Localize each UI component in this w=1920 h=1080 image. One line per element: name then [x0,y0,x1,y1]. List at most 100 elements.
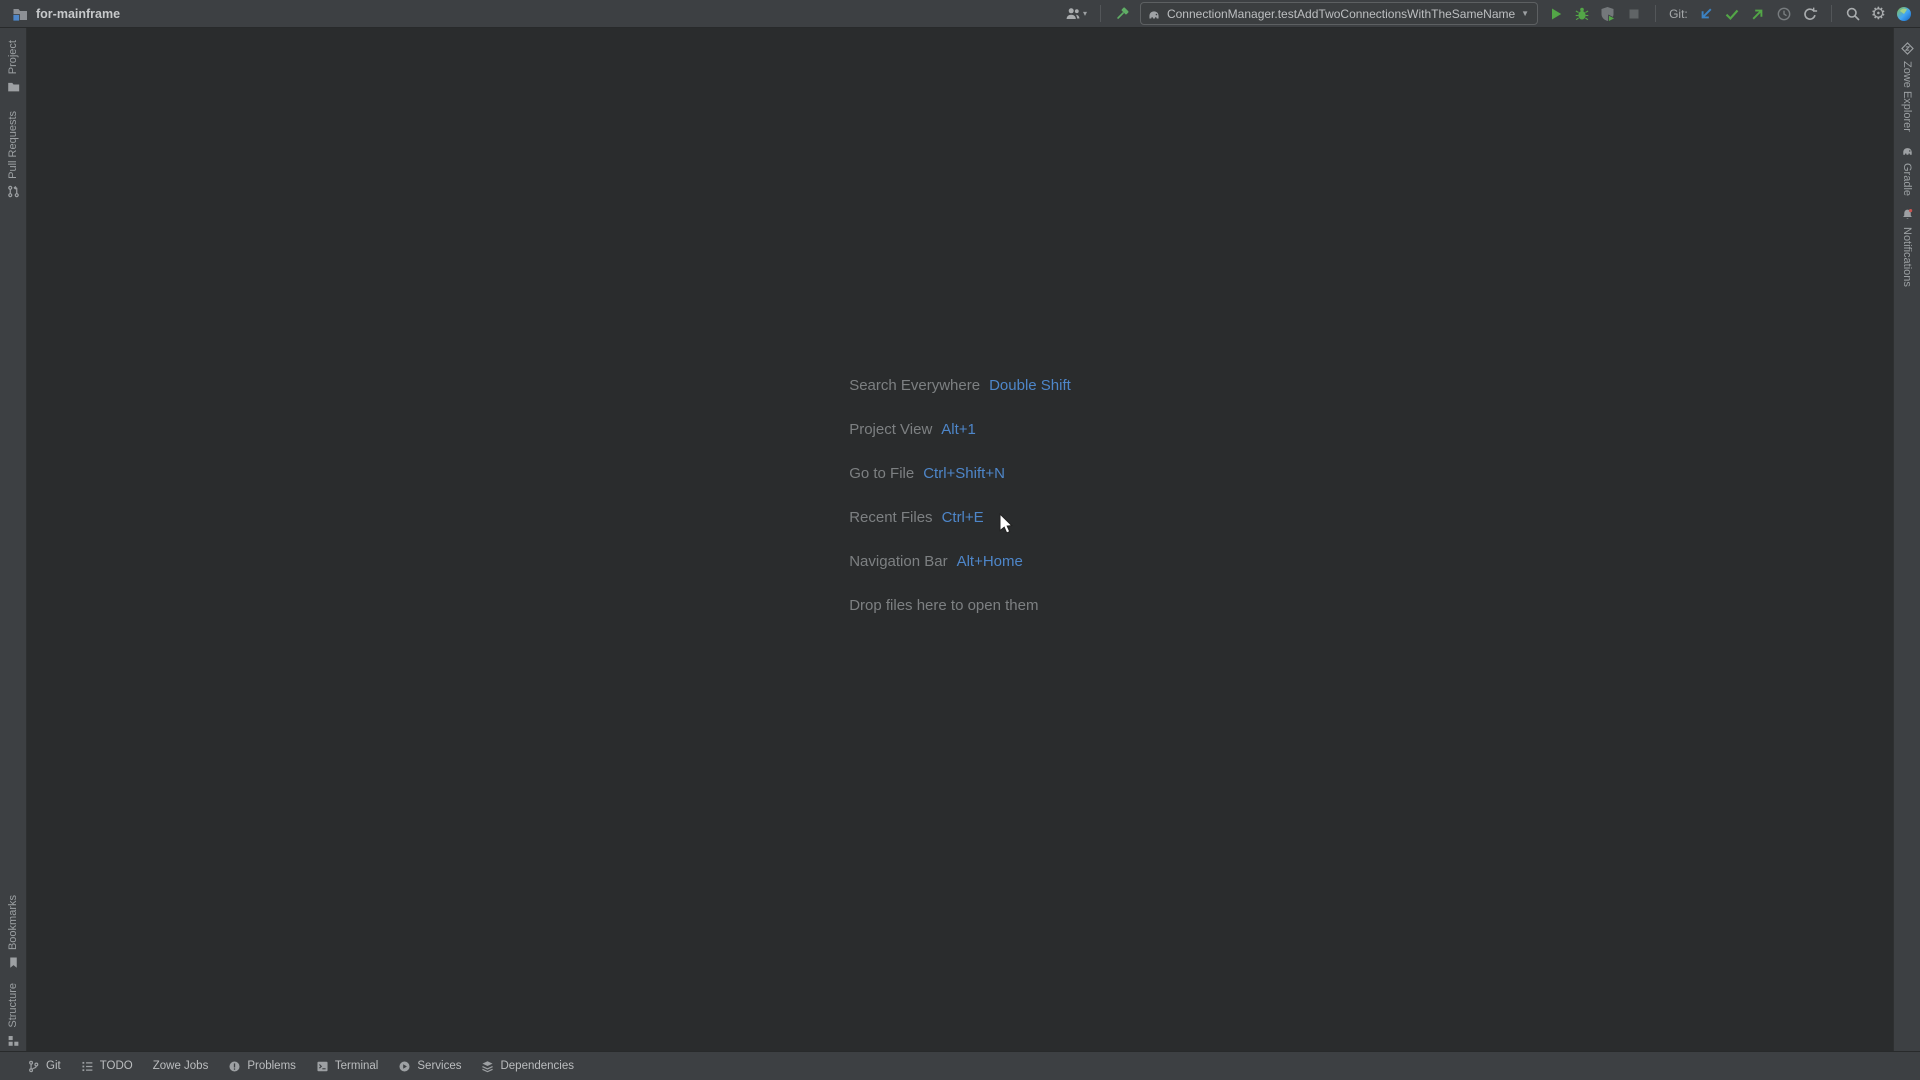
tool-window-label: Gradle [1901,163,1913,196]
shortcut-action: Navigation Bar [849,553,947,570]
git-commit-button[interactable] [1724,6,1740,22]
project-folder-icon [12,6,28,22]
window-title: for-mainframe [36,7,120,21]
shortcut-keys: Ctrl+E [942,509,984,526]
search-icon [1845,6,1861,22]
structure-icon [7,1034,20,1047]
shortcut-keys: Alt+1 [941,421,976,438]
sidebar-item-zowe-explorer[interactable]: Zowe Explorer [1901,42,1914,132]
toolwindow-label: Terminal [335,1060,378,1072]
toolwindow-button-problems[interactable]: Problems [219,1052,305,1080]
bookmark-icon [7,956,20,969]
title-bar: for-mainframe ▾ [0,0,1920,28]
user-account-button[interactable]: ▾ [1065,6,1087,22]
toolwindow-label: Services [417,1060,461,1072]
problems-icon [228,1060,241,1073]
left-tool-stripe: Project Pull Requests Bookmarks [0,28,27,1051]
local-history-button[interactable] [1776,6,1792,22]
push-arrow-icon [1750,6,1766,22]
chevron-down-icon: ▾ [1083,10,1087,18]
shortcut-action: Search Everywhere [849,377,980,394]
run-configuration-select[interactable]: ConnectionManager.testAddTwoConnectionsW… [1140,2,1538,25]
toolwindow-button-git[interactable]: Git [18,1052,70,1080]
tool-window-label: Project [7,40,19,74]
run-play-icon [1548,6,1564,22]
coverage-shield-icon [1600,6,1616,22]
tool-window-label: Bookmarks [7,895,19,950]
profile-avatar[interactable] [1896,6,1912,22]
stop-button[interactable] [1626,6,1642,22]
stop-square-icon [1626,6,1642,22]
toolbar-separator [1655,5,1656,22]
toolbar-separator [1831,5,1832,22]
toolbar-separator [1100,5,1101,22]
services-icon [398,1060,411,1073]
tool-window-label: Structure [7,983,19,1028]
git-branch-icon [27,1060,40,1073]
toolwindow-button-zowe-jobs[interactable]: Zowe Jobs [144,1052,218,1080]
folder-icon [7,80,20,93]
zowe-explorer-icon [1901,42,1914,55]
sidebar-item-notifications[interactable]: Notifications [1901,208,1914,287]
run-button[interactable] [1548,6,1564,22]
debug-bug-icon [1574,6,1590,22]
clock-icon [1776,6,1792,22]
shortcut-row: Go to File Ctrl+Shift+N [849,465,1071,482]
gradle-icon [1147,7,1161,21]
drop-files-hint: Drop files here to open them [849,597,1038,614]
sidebar-item-pull-requests[interactable]: Pull Requests [7,111,20,198]
toolwindow-button-todo[interactable]: TODO [72,1052,142,1080]
shortcut-keys: Double Shift [989,377,1071,394]
editor-empty-area: Search Everywhere Double Shift Project V… [27,28,1893,1051]
run-configuration-name: ConnectionManager.testAddTwoConnectionsW… [1167,7,1515,21]
shortcut-action: Recent Files [849,509,932,526]
dependencies-layers-icon [481,1060,494,1073]
shortcuts-panel: Search Everywhere Double Shift Project V… [849,377,1071,614]
dropdown-caret-icon: ▼ [1521,10,1529,18]
toolwindow-button-dependencies[interactable]: Dependencies [472,1052,583,1080]
build-project-button[interactable] [1114,6,1130,22]
shortcut-action: Go to File [849,465,914,482]
rollback-button[interactable] [1802,6,1818,22]
sidebar-item-gradle[interactable]: Gradle [1901,144,1914,196]
user-icon [1065,6,1081,22]
commit-check-icon [1724,6,1740,22]
undo-arrow-icon [1802,6,1818,22]
todo-list-icon [81,1060,94,1073]
mouse-cursor [999,513,1016,537]
workspace: Project Pull Requests Bookmarks [0,28,1920,1051]
sidebar-item-structure[interactable]: Structure [7,983,20,1047]
toolwindow-button-services[interactable]: Services [389,1052,470,1080]
shortcut-row: Search Everywhere Double Shift [849,377,1071,394]
hammer-icon [1114,6,1130,22]
toolwindow-label: Problems [247,1060,296,1072]
toolwindow-button-terminal[interactable]: Terminal [307,1052,387,1080]
pull-request-icon [7,185,20,198]
run-with-coverage-button[interactable] [1600,6,1616,22]
terminal-icon [316,1060,329,1073]
tool-window-label: Pull Requests [7,111,19,179]
git-update-button[interactable] [1698,6,1714,22]
bottom-tool-bar: Git TODO Zowe Jobs Problems Terminal [0,1051,1920,1080]
shortcut-row: Project View Alt+1 [849,421,1071,438]
right-tool-stripe: Zowe Explorer Gradle Notifications [1893,28,1920,1051]
shortcut-action: Project View [849,421,932,438]
drop-hint-row: Drop files here to open them [849,597,1071,614]
tool-window-label: Notifications [1901,227,1913,287]
search-everywhere-button[interactable] [1845,6,1861,22]
git-toolbar-label: Git: [1669,7,1688,21]
gradle-icon [1901,144,1914,157]
avatar-icon [1896,6,1912,22]
shortcut-row: Recent Files Ctrl+E [849,509,1071,526]
sidebar-item-project[interactable]: Project [7,40,20,93]
shortcut-keys: Alt+Home [957,553,1023,570]
notification-bell-icon [1901,208,1914,221]
debug-button[interactable] [1574,6,1590,22]
shortcut-row: Navigation Bar Alt+Home [849,553,1071,570]
shortcut-keys: Ctrl+Shift+N [923,465,1005,482]
git-push-button[interactable] [1750,6,1766,22]
update-arrow-icon [1698,6,1714,22]
settings-button[interactable]: ⚙ [1871,6,1886,22]
gear-icon: ⚙ [1871,6,1886,22]
sidebar-item-bookmarks[interactable]: Bookmarks [7,895,20,969]
